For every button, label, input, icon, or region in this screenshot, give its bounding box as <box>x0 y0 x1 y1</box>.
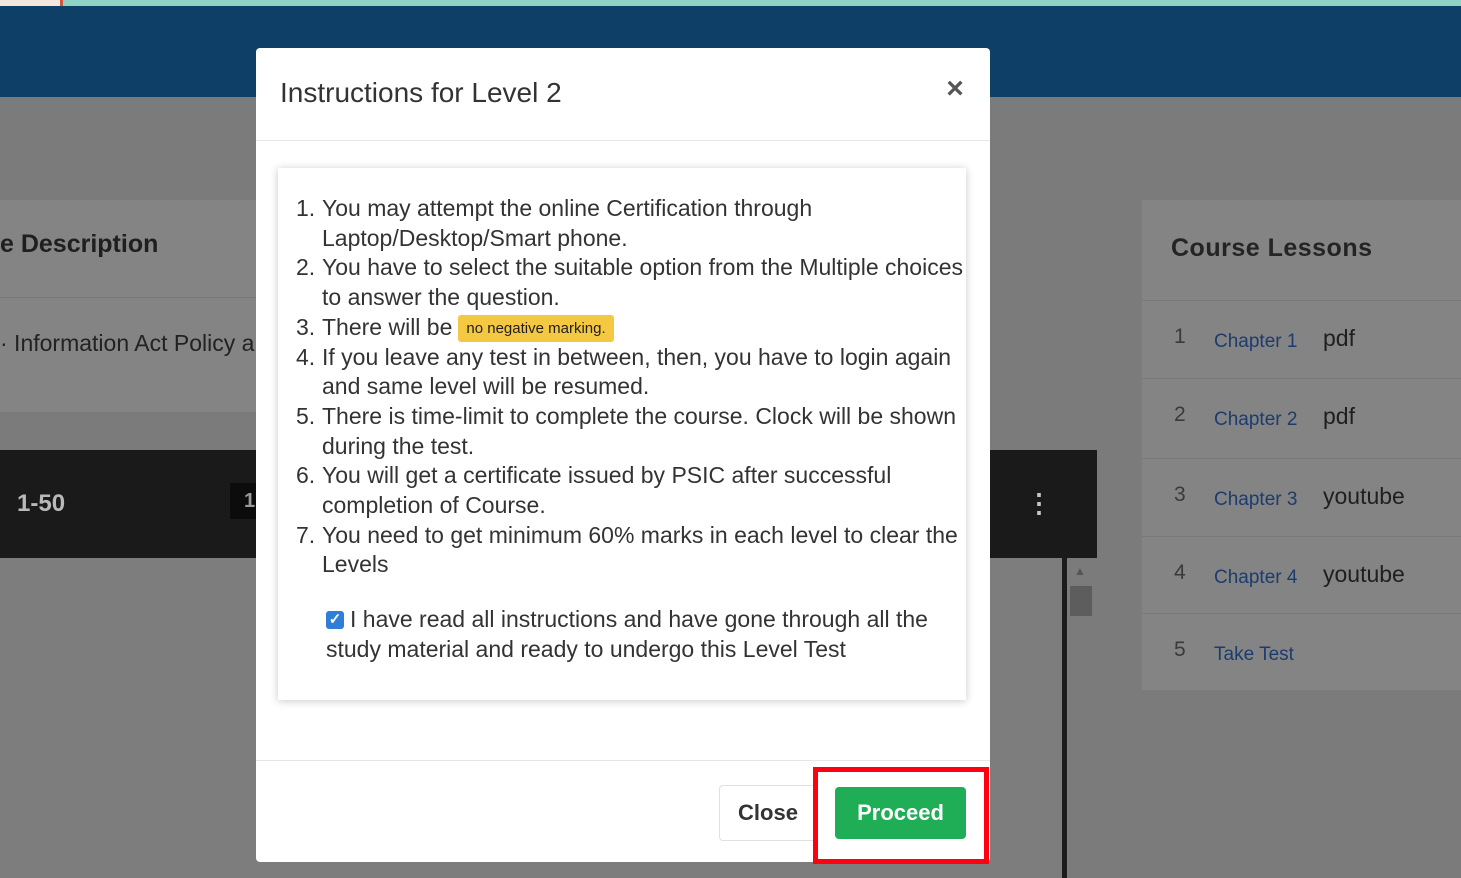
instruction-item: 2. You have to select the suitable option… <box>296 253 976 312</box>
description-heading: e Description <box>0 230 159 258</box>
instruction-item: 7. You need to get minimum 60% marks in e… <box>296 521 976 580</box>
more-options-icon[interactable]: ⋮ <box>1026 488 1052 518</box>
close-icon[interactable]: × <box>940 72 970 106</box>
lesson-link[interactable]: Chapter 2 <box>1214 409 1297 431</box>
video-range-label: 1-50 <box>17 490 66 517</box>
lesson-link[interactable]: Chapter 3 <box>1214 489 1297 511</box>
lesson-number: 3 <box>1174 483 1186 506</box>
instruction-number: 6. <box>296 462 316 489</box>
instruction-number: 3. <box>296 313 316 340</box>
instruction-number: 5. <box>296 402 316 429</box>
agreement-row: ✓ I have read all instructions and have g… <box>326 604 956 664</box>
instruction-item: 4. If you leave any test in between, then… <box>296 343 976 402</box>
instruction-item: 6. You will get a certificate issued by P… <box>296 461 976 520</box>
lesson-type: pdf <box>1323 403 1355 429</box>
lesson-row: 4 Chapter 4 youtube <box>1142 536 1461 615</box>
instruction-text: You have to select the suitable option f… <box>322 254 963 311</box>
instruction-item: 5. There is time-limit to complete the co… <box>296 402 976 461</box>
modal-header: Instructions for Level 2 × <box>256 48 990 141</box>
scroll-thumb[interactable] <box>1070 586 1092 616</box>
instruction-text: You may attempt the online Certification… <box>322 195 813 251</box>
instructions-modal: Instructions for Level 2 × 1. You may att… <box>256 48 990 862</box>
instruction-text: You will get a certificate issued by PSI… <box>322 462 892 519</box>
course-lessons-panel: Course Lessons 1 Chapter 1 pdf 2 Chapter… <box>1142 200 1461 690</box>
lesson-number: 1 <box>1174 325 1186 348</box>
agreement-checkbox[interactable]: ✓ <box>326 611 344 629</box>
instruction-item: 1. You may attempt the online Certificati… <box>296 194 976 253</box>
modal-title: Instructions for Level 2 <box>280 77 562 108</box>
scrollbar[interactable]: ▲ <box>1067 558 1095 878</box>
lessons-heading: Course Lessons <box>1171 234 1373 262</box>
instruction-text: There will be <box>322 313 453 340</box>
lesson-number: 2 <box>1174 403 1186 426</box>
instruction-number: 4. <box>296 343 316 370</box>
close-button[interactable]: Close <box>719 785 817 841</box>
instruction-text: If you leave any test in between, then, … <box>322 343 952 400</box>
instruction-number: 1. <box>296 195 316 221</box>
lesson-type: youtube <box>1323 483 1405 509</box>
lesson-type: youtube <box>1323 561 1405 587</box>
lesson-number: 5 <box>1174 638 1186 661</box>
lesson-link[interactable]: Chapter 4 <box>1214 567 1297 589</box>
scroll-up-icon[interactable]: ▲ <box>1074 564 1086 578</box>
description-card: e Description · Information Act Policy a <box>0 200 300 412</box>
divider <box>0 297 300 298</box>
take-test-link[interactable]: Take Test <box>1214 644 1294 666</box>
instructions-card: 1. You may attempt the online Certificati… <box>278 168 966 700</box>
lesson-row: 3 Chapter 3 youtube <box>1142 458 1461 537</box>
lesson-link[interactable]: Chapter 1 <box>1214 331 1297 353</box>
instruction-text: There is time-limit to complete the cour… <box>322 402 957 459</box>
proceed-highlight-box <box>813 767 989 864</box>
instruction-text: You need to get minimum 60% marks in eac… <box>322 521 958 578</box>
lesson-row: 5 Take Test <box>1142 613 1461 692</box>
lesson-type: pdf <box>1323 325 1355 351</box>
no-negative-marking-badge: no negative marking. <box>458 314 614 342</box>
lesson-row: 1 Chapter 1 pdf <box>1142 300 1461 379</box>
instruction-item: 3. There will be no negative marking. <box>296 313 976 343</box>
lesson-number: 4 <box>1174 561 1186 584</box>
instructions-list: 1. You may attempt the online Certificati… <box>296 194 976 580</box>
description-text: · Information Act Policy a <box>0 330 255 356</box>
instruction-number: 2. <box>296 254 316 281</box>
instruction-number: 7. <box>296 521 316 548</box>
lesson-row: 2 Chapter 2 pdf <box>1142 378 1461 457</box>
agreement-text: I have read all instructions and have go… <box>326 606 928 662</box>
